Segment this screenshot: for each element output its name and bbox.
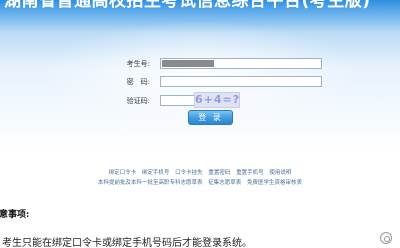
link-application-draft[interactable]: 本科提前批及本科一批至高职专科志愿草表 <box>98 180 203 186</box>
username-label: 考生号: <box>126 60 150 68</box>
quick-links-row-1: 绑定口令卡 绑定手机号 口令卡挂失 重置密码 重置手机号 使用说明 <box>0 169 400 177</box>
help-icon[interactable] <box>380 232 392 244</box>
link-reset-password[interactable]: 重置密码 <box>208 170 230 176</box>
link-user-guide[interactable]: 使用说明 <box>269 170 291 176</box>
notice-heading: 意事项: <box>0 210 30 220</box>
link-medical-student-form[interactable]: 免费医学生资格审核表 <box>247 180 302 186</box>
captcha-label: 验证码: <box>126 97 150 105</box>
quick-links-row-2: 本科提前批及本科一批至高职专科志愿草表 征集志愿草表 免费医学生资格审核表 <box>0 179 400 187</box>
username-input[interactable] <box>160 58 322 69</box>
site-title: 湖南省普通高校招生考试信息综合平台(考生版) <box>4 0 371 11</box>
captcha-image[interactable]: 6+4=? <box>194 92 240 108</box>
login-button[interactable]: 登 录 <box>188 110 233 125</box>
username-masked-value <box>162 60 214 67</box>
link-report-lost-card[interactable]: 口令卡挂失 <box>175 170 203 176</box>
link-supplementary-draft[interactable]: 征集志愿草表 <box>208 180 241 186</box>
password-input[interactable] <box>160 76 322 87</box>
link-bind-token-card[interactable]: 绑定口令卡 <box>109 170 137 176</box>
link-reset-phone[interactable]: 重置手机号 <box>236 170 264 176</box>
password-label: 密 码: <box>126 78 150 86</box>
captcha-input[interactable] <box>160 95 198 106</box>
header-banner: 湖南省普通高校招生考试信息综合平台(考生版) <box>0 0 400 150</box>
link-bind-phone[interactable]: 绑定手机号 <box>142 170 170 176</box>
notice-text: 考生只能在绑定口令卡或绑定手机号码后才能登录系统。 <box>2 238 252 248</box>
